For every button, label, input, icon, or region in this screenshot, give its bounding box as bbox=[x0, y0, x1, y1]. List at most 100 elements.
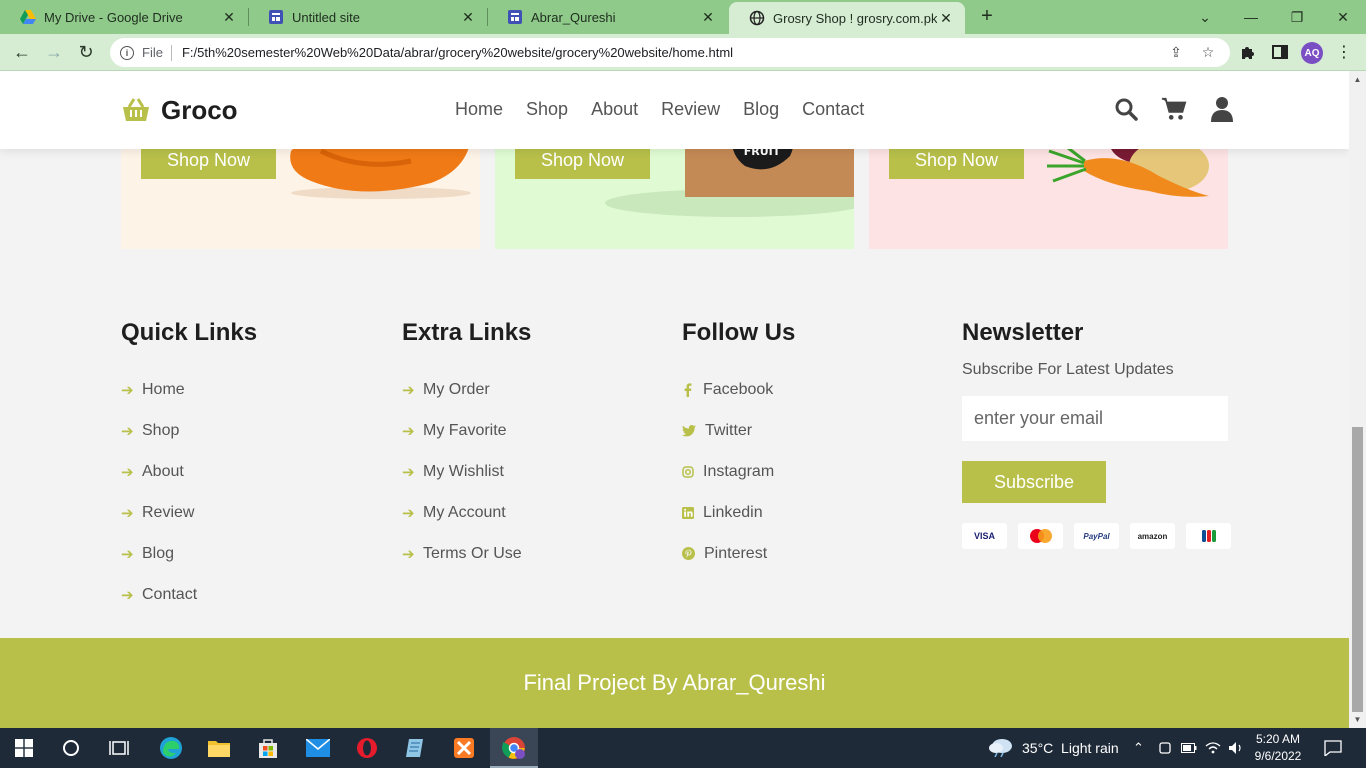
footer-link-my-account[interactable]: ➔ My Account bbox=[402, 492, 531, 533]
footer-link-contact[interactable]: ➔ Contact bbox=[121, 574, 257, 615]
profile-avatar[interactable]: AQ bbox=[1301, 42, 1323, 64]
search-icon[interactable] bbox=[1113, 96, 1139, 122]
google-sites-icon bbox=[507, 9, 523, 25]
jcb-logo bbox=[1186, 523, 1231, 549]
social-link-pinterest[interactable]: Pinterest bbox=[682, 533, 795, 574]
subscribe-button[interactable]: Subscribe bbox=[962, 461, 1106, 503]
new-tab-button[interactable]: + bbox=[976, 6, 998, 28]
basket-icon bbox=[121, 97, 151, 124]
footer-link-about[interactable]: ➔ About bbox=[121, 451, 257, 492]
footer-link-my-order[interactable]: ➔ My Order bbox=[402, 369, 531, 410]
close-tab-icon[interactable]: ✕ bbox=[699, 8, 717, 26]
follow-us-title: Follow Us bbox=[682, 319, 796, 346]
cart-icon[interactable] bbox=[1161, 96, 1187, 122]
share-icon[interactable]: ⇪ bbox=[1168, 44, 1184, 60]
close-window-button[interactable]: ✕ bbox=[1320, 0, 1366, 34]
search-circle-icon[interactable] bbox=[59, 736, 83, 760]
url-text: F:/5th%20semester%20Web%20Data/abrar/gro… bbox=[181, 45, 734, 60]
tab-google-drive[interactable]: My Drive - Google Drive ✕ bbox=[0, 0, 248, 34]
arrow-right-icon: ➔ bbox=[121, 586, 134, 604]
visa-logo: VISA bbox=[962, 523, 1007, 549]
nav-about[interactable]: About bbox=[591, 99, 638, 120]
scheme-label: File bbox=[142, 45, 163, 60]
show-hidden-icons[interactable]: ⌃ bbox=[1133, 728, 1144, 768]
scrollbar-thumb[interactable] bbox=[1352, 427, 1363, 712]
site-header: Groco Home Shop About Review Blog Contac… bbox=[0, 71, 1349, 149]
amazon-logo: amazon bbox=[1130, 523, 1175, 549]
social-link-twitter[interactable]: Twitter bbox=[682, 410, 795, 451]
chrome-icon[interactable] bbox=[502, 736, 526, 760]
tab-search-icon[interactable]: ⌄ bbox=[1182, 0, 1228, 34]
arrow-right-icon: ➔ bbox=[402, 381, 415, 399]
footer-link-my-wishlist[interactable]: ➔ My Wishlist bbox=[402, 451, 531, 492]
social-link-instagram[interactable]: Instagram bbox=[682, 451, 795, 492]
social-link-facebook[interactable]: Facebook bbox=[682, 369, 795, 410]
nav-shop[interactable]: Shop bbox=[526, 99, 568, 120]
notepad-app-icon[interactable] bbox=[403, 736, 427, 760]
footer-link-my-favorite[interactable]: ➔ My Favorite bbox=[402, 410, 531, 451]
meet-now-icon[interactable] bbox=[1158, 728, 1172, 768]
google-drive-icon bbox=[20, 9, 36, 25]
battery-icon[interactable] bbox=[1181, 728, 1197, 768]
close-tab-icon[interactable]: ✕ bbox=[937, 9, 955, 27]
site-logo[interactable]: Groco bbox=[121, 95, 238, 126]
nav-review[interactable]: Review bbox=[661, 99, 720, 120]
system-clock[interactable]: 5:20 AM 9/6/2022 bbox=[1248, 731, 1308, 765]
task-view-icon[interactable] bbox=[107, 736, 131, 760]
extensions-puzzle-icon[interactable] bbox=[1238, 42, 1258, 62]
address-bar[interactable]: i File F:/5th%20semester%20Web%20Data/ab… bbox=[110, 38, 1230, 67]
newsletter-subtitle: Subscribe For Latest Updates bbox=[962, 361, 1174, 378]
mail-icon[interactable] bbox=[306, 736, 330, 760]
side-panel-icon[interactable] bbox=[1270, 42, 1290, 62]
bookmark-star-icon[interactable]: ☆ bbox=[1200, 44, 1216, 60]
arrow-right-icon: ➔ bbox=[402, 545, 415, 563]
page-scrollbar[interactable]: ▲ ▼ bbox=[1349, 71, 1366, 728]
footer-link-review[interactable]: ➔ Review bbox=[121, 492, 257, 533]
user-icon[interactable] bbox=[1209, 96, 1235, 122]
nav-blog[interactable]: Blog bbox=[743, 99, 779, 120]
linkedin-icon bbox=[682, 506, 694, 520]
file-explorer-icon[interactable] bbox=[207, 736, 231, 760]
scroll-down-arrow-icon[interactable]: ▼ bbox=[1353, 715, 1362, 724]
google-sites-icon bbox=[268, 9, 284, 25]
footer-link-terms[interactable]: ➔ Terms Or Use bbox=[402, 533, 531, 574]
tab-title: My Drive - Google Drive bbox=[44, 9, 183, 25]
xampp-icon[interactable] bbox=[452, 736, 476, 760]
back-icon[interactable]: ← bbox=[10, 40, 34, 64]
site-info-icon[interactable]: i bbox=[120, 45, 134, 60]
arrow-right-icon: ➔ bbox=[121, 422, 134, 440]
email-input[interactable]: enter your email bbox=[962, 396, 1228, 441]
forward-icon[interactable]: → bbox=[42, 40, 66, 64]
menu-kebab-icon[interactable]: ⋮ bbox=[1334, 42, 1354, 62]
social-link-linkedin[interactable]: Linkedin bbox=[682, 492, 795, 533]
scroll-up-arrow-icon[interactable]: ▲ bbox=[1353, 75, 1362, 84]
nav-contact[interactable]: Contact bbox=[802, 99, 864, 120]
quick-links-title: Quick Links bbox=[121, 319, 258, 346]
opera-icon[interactable] bbox=[355, 736, 379, 760]
notification-icon[interactable] bbox=[1324, 728, 1342, 768]
close-tab-icon[interactable]: ✕ bbox=[220, 8, 238, 26]
paypal-logo: PayPal bbox=[1074, 523, 1119, 549]
nav-home[interactable]: Home bbox=[455, 99, 503, 120]
footer-link-home[interactable]: ➔ Home bbox=[121, 369, 257, 410]
footer-link-shop[interactable]: ➔ Shop bbox=[121, 410, 257, 451]
restore-button[interactable]: ❐ bbox=[1274, 0, 1320, 34]
close-tab-icon[interactable]: ✕ bbox=[459, 8, 477, 26]
header-icons bbox=[1113, 96, 1235, 122]
footer-link-blog[interactable]: ➔ Blog bbox=[121, 533, 257, 574]
tab-untitled-site[interactable]: Untitled site ✕ bbox=[248, 0, 487, 34]
microsoft-store-icon[interactable] bbox=[256, 736, 280, 760]
twitter-icon bbox=[682, 424, 696, 438]
reload-icon[interactable]: ↻ bbox=[74, 40, 98, 64]
tab-abrar-qureshi[interactable]: Abrar_Qureshi ✕ bbox=[487, 0, 727, 34]
arrow-right-icon: ➔ bbox=[121, 545, 134, 563]
weather-widget[interactable]: 35°C Light rain bbox=[988, 728, 1119, 768]
minimize-button[interactable]: — bbox=[1228, 0, 1274, 34]
arrow-right-icon: ➔ bbox=[121, 463, 134, 481]
footer-credit: Final Project By Abrar_Qureshi bbox=[0, 638, 1349, 728]
wifi-icon[interactable] bbox=[1205, 728, 1221, 768]
volume-icon[interactable] bbox=[1228, 728, 1244, 768]
tab-grosry-shop[interactable]: Grosry Shop ! grosry.com.pk ✕ bbox=[729, 2, 965, 34]
edge-browser-icon[interactable] bbox=[159, 736, 183, 760]
windows-start-icon[interactable] bbox=[12, 736, 36, 760]
